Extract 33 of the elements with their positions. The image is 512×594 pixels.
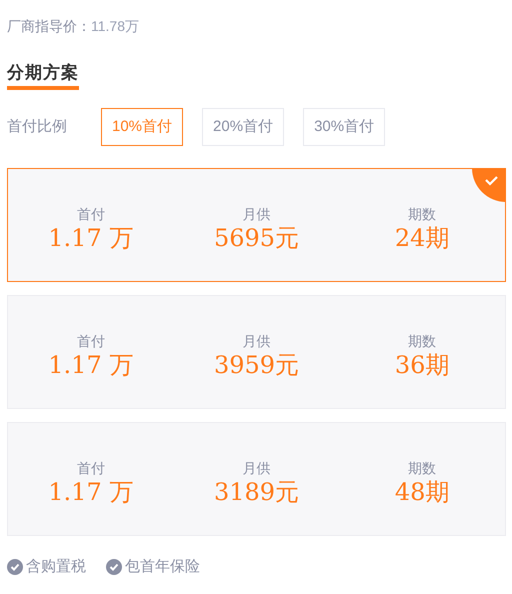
check-circle-icon [106,559,122,576]
check-badge-icon [472,169,505,202]
plan-field-value: 1.17 万 [48,350,134,380]
plan-field-label: 月供 [242,205,270,223]
plan-field-label: 首付 [76,205,105,223]
feature-label: 包首年保险 [125,557,200,577]
plan-field-value: 5695元 [214,223,300,253]
plan-card[interactable]: 首付 1.17 万 月供 3189元 期数 48期 [7,422,506,536]
ratio-label: 首付比例 [7,116,68,137]
plan-field-value: 1.17 万 [48,223,134,253]
plan-field-value: 36期 [394,350,450,380]
plan-field-label: 期数 [408,332,436,350]
plan-field-label: 月供 [242,459,270,477]
plan-field-value: 3189元 [214,477,300,507]
plan-field-label: 首付 [76,332,105,350]
plan-card[interactable]: 首付 1.17 万 月供 5695元 期数 24期 [7,168,506,282]
plan-field-label: 首付 [76,459,105,477]
check-circle-icon [7,559,23,576]
ratio-option[interactable]: 10%首付 [101,108,184,146]
plan-field-value: 1.17 万 [48,477,134,507]
section-title: 分期方案 [7,62,79,84]
plan-field-label: 期数 [408,459,436,477]
guide-price-label: 厂商指导价： [7,16,91,36]
plan-field-label: 期数 [408,205,436,223]
ratio-option[interactable]: 20%首付 [202,108,284,146]
plan-field-value: 24期 [394,223,450,253]
guide-price-value: 11.78万 [91,16,139,36]
plan-field-value: 48期 [394,477,450,507]
plan-card[interactable]: 首付 1.17 万 月供 3959元 期数 36期 [7,295,506,409]
plan-field-value: 3959元 [214,350,300,380]
ratio-option[interactable]: 30%首付 [303,108,386,146]
feature-label: 含购置税 [26,557,86,577]
plan-field-label: 月供 [242,332,270,350]
